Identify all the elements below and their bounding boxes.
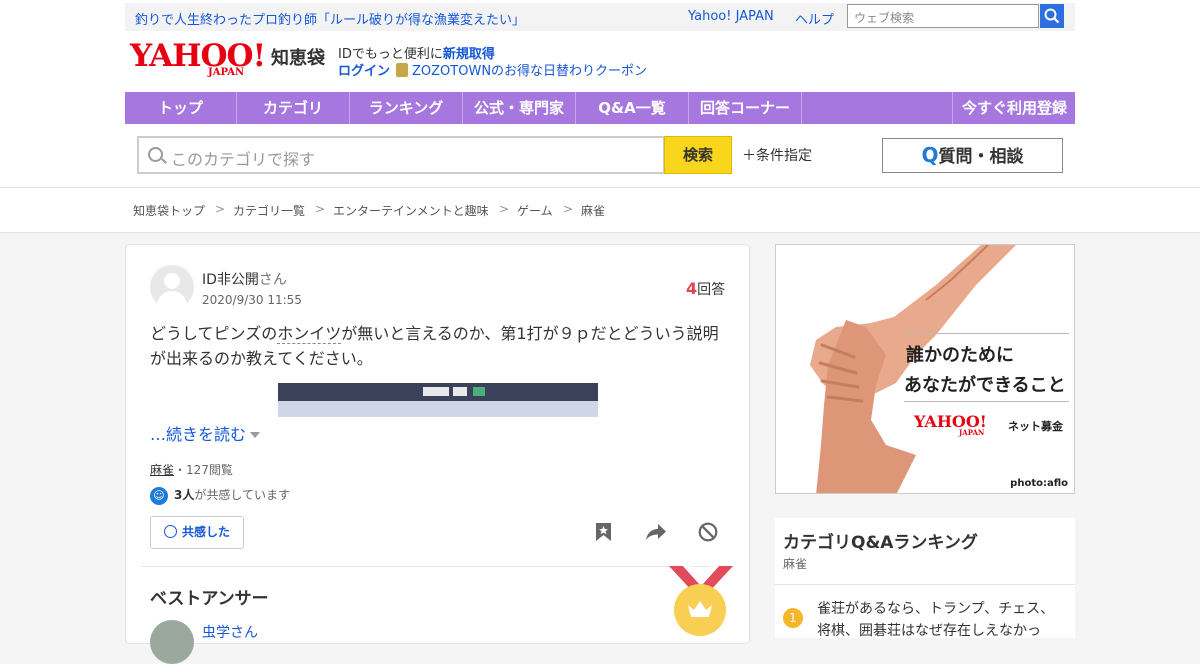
breadcrumb-mahjong: 麻雀 — [581, 204, 606, 218]
share-icon[interactable] — [646, 524, 666, 540]
read-more-label: …続きを読む — [150, 425, 247, 444]
question-meta: 麻雀・127閲覧 — [150, 461, 233, 478]
search-icon — [1044, 8, 1060, 24]
main-nav: トップ カテゴリ ランキング 公式・専門家 Q&A一覧 回答コーナー 今すぐ利用… — [125, 92, 1075, 124]
yahoo-chiebukuro-logo[interactable]: YAHOO! JAPAN 知恵袋 — [130, 38, 325, 78]
divider — [775, 584, 1075, 585]
divider — [141, 566, 734, 567]
chevron-down-icon — [250, 432, 261, 438]
coupon-icon — [396, 63, 409, 77]
breadcrumb-separator: > — [563, 202, 574, 216]
breadcrumb-separator: > — [215, 202, 226, 216]
smile-icon: ☺ — [150, 486, 168, 505]
handshake-photo — [810, 245, 1016, 493]
nav-official-experts[interactable]: 公式・専門家 — [463, 92, 576, 124]
smile-icon — [163, 525, 177, 538]
question-date: 2020/9/30 11:55 — [202, 293, 302, 307]
empathy-status: ☺ 3人が共感しています — [150, 486, 290, 505]
news-promo-link[interactable]: 釣りで人生終わったプロ釣り師「ルール破りが得な漁業変えたい」 — [135, 9, 525, 28]
breadcrumb-chiebukuro-top[interactable]: 知恵袋トップ — [133, 202, 205, 219]
category-ranking: カテゴリQ&Aランキング 麻雀 1 雀荘があるなら、トランプ、チェス、将棋、囲碁… — [775, 518, 1075, 639]
search-button[interactable]: 検索 — [664, 136, 732, 174]
question-user: ID非公開さん — [202, 269, 287, 289]
breadcrumb-entertainment[interactable]: エンターテインメントと趣味 — [333, 202, 489, 219]
login-line: ログイン ZOZOTOWNのお得な日替わりクーポン — [338, 60, 647, 79]
ad-headline-2: あなたができること — [904, 375, 1066, 396]
breadcrumb-game[interactable]: ゲーム — [517, 202, 553, 219]
glossary-term-link[interactable]: ホンイツ — [277, 324, 342, 344]
image-band — [278, 401, 598, 417]
answer-count[interactable]: 4回答 — [686, 279, 725, 299]
donation-ad-banner[interactable]: 誰かのために あなたができること YAHOO! JAPAN ネット募金 photo… — [775, 244, 1075, 494]
search-icon — [148, 147, 163, 162]
breadcrumb-separator: > — [315, 202, 326, 216]
nav-qa-list[interactable]: Q&A一覧 — [576, 92, 689, 124]
rank-badge: 1 — [783, 608, 803, 628]
search-placeholder: このカテゴリで探す — [171, 150, 316, 169]
empathy-button-label: 共感した — [181, 525, 230, 539]
yahoo-japan-link[interactable]: Yahoo! JAPAN — [688, 9, 774, 24]
help-link[interactable]: ヘルプ — [795, 9, 834, 28]
question-text: どうしてピンズのホンイツが無いと言えるのか、第1打が９ｐだとどういう説明が出来る… — [150, 321, 730, 371]
category-search-input[interactable]: このカテゴリで探す — [137, 136, 665, 174]
breadcrumb-separator: > — [499, 202, 510, 216]
category-tag-link[interactable]: 麻雀 — [150, 463, 174, 477]
bookmark-icon[interactable] — [595, 523, 612, 541]
nav-register[interactable]: 今すぐ利用登録 — [952, 92, 1076, 124]
empathy-text: が共感しています — [194, 488, 291, 502]
nav-ranking[interactable]: ランキング — [350, 92, 463, 124]
avatar — [150, 265, 194, 309]
ad-headline-1: 誰かのために — [906, 345, 1014, 366]
login-link[interactable]: ログイン — [338, 64, 390, 79]
question-text-part: どうしてピンズの — [150, 324, 278, 343]
read-more-link[interactable]: …続きを読む — [150, 421, 270, 445]
answer-count-number: 4 — [686, 279, 698, 298]
answer-count-label: 回答 — [697, 282, 726, 298]
nav-category[interactable]: カテゴリ — [237, 92, 350, 124]
question-image[interactable] — [278, 383, 598, 417]
answer-avatar — [150, 620, 194, 664]
best-answer-user[interactable]: 虫学さん — [202, 622, 258, 642]
nav-answer-corner[interactable]: 回答コーナー — [689, 92, 802, 124]
search-conditions-link[interactable]: ＋条件指定 — [742, 145, 812, 165]
image-tile — [423, 387, 449, 396]
empathy-button[interactable]: 共感した — [150, 516, 244, 549]
web-search-input[interactable]: ウェブ検索 — [847, 4, 1039, 28]
breadcrumb: 知恵袋トップ > カテゴリ一覧 > エンターテインメントと趣味 > ゲーム > … — [0, 188, 1200, 233]
ask-question-button[interactable]: Q質問・相談 — [882, 138, 1063, 173]
view-count: ・127閲覧 — [174, 463, 233, 477]
yahoo-logo-japan: JAPAN — [208, 67, 245, 78]
zozotown-coupon-link[interactable]: ZOZOTOWNのお得な日替わりクーポン — [412, 64, 647, 79]
image-tile — [453, 387, 467, 396]
empathy-count: 3人 — [174, 488, 195, 502]
web-search-button[interactable] — [1040, 4, 1064, 28]
question-user-name: ID非公開 — [202, 272, 259, 288]
crown-icon — [688, 601, 712, 617]
service-name: 知恵袋 — [271, 48, 325, 69]
ad-rule — [904, 333, 1069, 334]
photo-credit: photo:aflo — [1010, 478, 1068, 489]
ranking-title: カテゴリQ&Aランキング — [783, 533, 978, 553]
ad-service-name: ネット募金 — [1008, 420, 1063, 433]
ranking-item-link[interactable]: 雀荘があるなら、トランプ、チェス、将棋、囲碁荘はなぜ存在しえなかっ — [817, 598, 1067, 642]
question-user-suffix: さん — [258, 272, 287, 288]
image-tile — [473, 387, 485, 396]
ad-yahoo-sub: JAPAN — [959, 428, 985, 437]
breadcrumb-category-list[interactable]: カテゴリ一覧 — [233, 202, 305, 219]
ranking-category: 麻雀 — [783, 557, 808, 571]
best-answer-heading: ベストアンサー — [150, 589, 269, 609]
best-answer-medal-icon — [674, 584, 726, 636]
nav-top[interactable]: トップ — [125, 92, 237, 124]
ask-question-label: 質問・相談 — [938, 147, 1024, 167]
block-icon[interactable] — [698, 522, 718, 542]
yahoo-logo: YAHOO! JAPAN — [914, 412, 987, 437]
ad-rule — [904, 401, 1069, 402]
yahoo-logo-text: YAHOO! — [130, 38, 266, 74]
question-q-icon: Q — [921, 143, 939, 167]
